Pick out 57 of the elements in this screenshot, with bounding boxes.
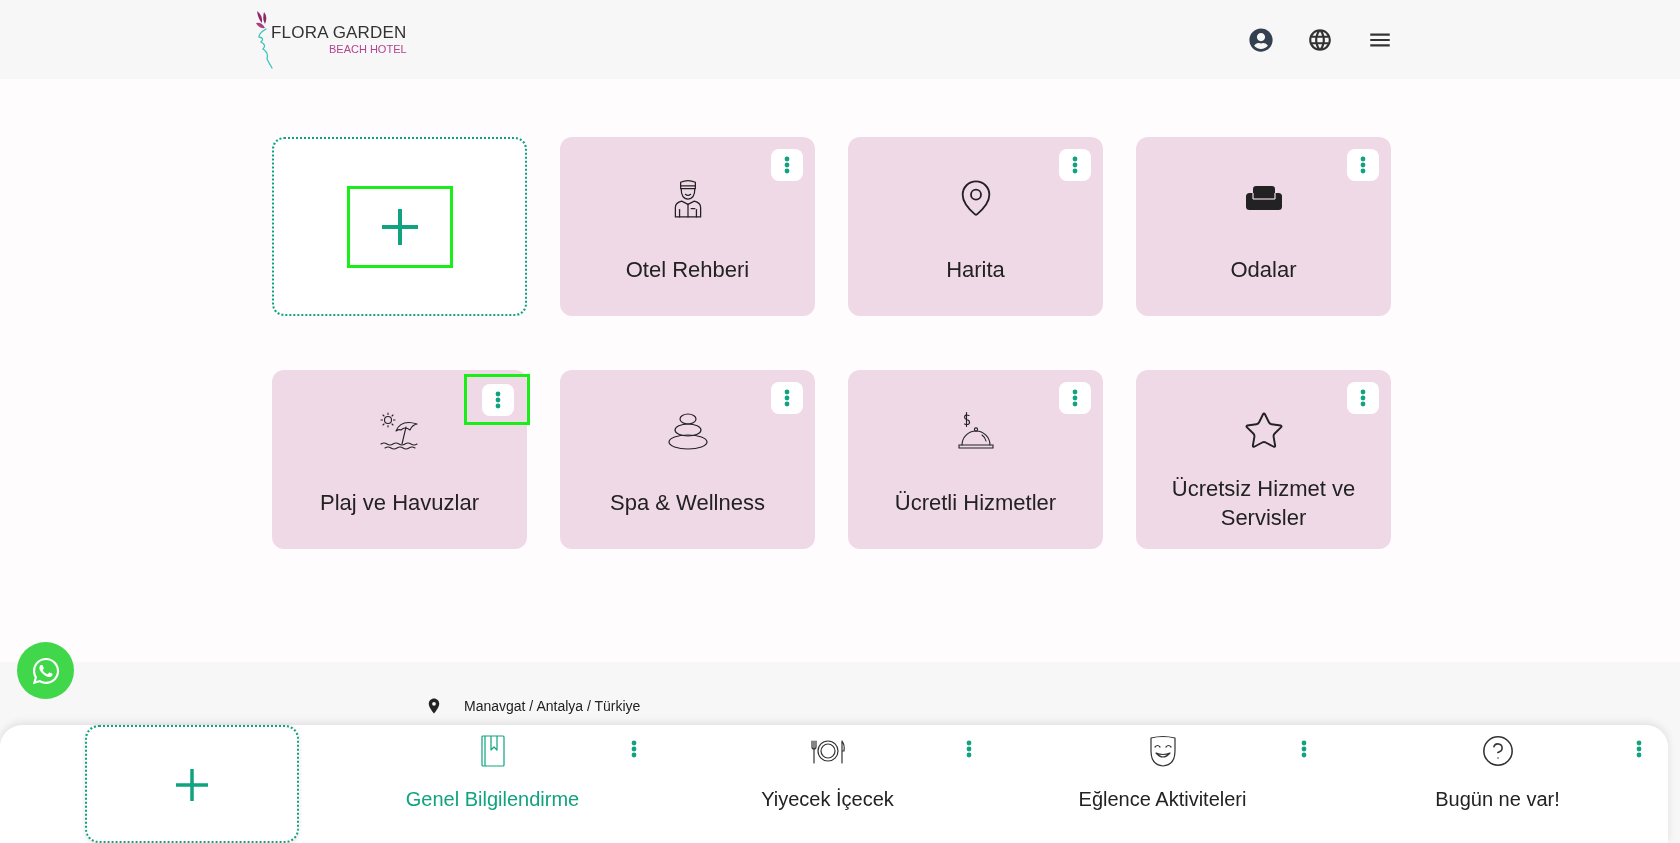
nav-label: Yiyecek İçecek [761,787,894,812]
card-menu-button[interactable] [1059,382,1091,414]
category-title: Harita [946,256,1005,284]
category-card[interactable]: Plaj ve Havuzlar [272,370,527,549]
category-card[interactable]: Ücretsiz Hizmet ve Servisler [1136,370,1391,549]
vertical-dots-icon [784,389,790,407]
nav-item[interactable]: Eğlence Aktiviteleri [995,725,1330,843]
category-title: Ücretsiz Hizmet ve Servisler [1170,474,1357,532]
globe-icon[interactable] [1307,26,1333,53]
card-menu-button[interactable] [482,383,514,416]
category-title: Otel Rehberi [625,256,750,284]
category-title: Spa & Wellness [610,489,765,517]
category-card[interactable]: Otel Rehberi [560,137,815,316]
theater-mask-icon [1148,735,1177,767]
account-icon[interactable] [1249,27,1273,52]
category-title: Odalar [1230,256,1297,284]
category-card[interactable]: Spa & Wellness [560,370,815,549]
card-menu-button[interactable] [771,382,803,414]
phone-bubble-icon [30,655,61,686]
vertical-dots-icon [784,156,790,174]
help-icon [1480,734,1515,768]
vertical-dots-icon [1072,389,1078,407]
category-title: Ücretli Hizmetler [894,489,1057,517]
vertical-dots-icon [631,740,637,758]
plus-icon [381,208,418,245]
vertical-dots-icon [1360,389,1366,407]
card-menu-button[interactable] [771,149,803,181]
card-menu-button[interactable] [1347,382,1379,414]
nav-item[interactable]: Yiyecek İçecek [660,725,995,843]
card-menu-button[interactable] [1347,149,1379,181]
vertical-dots-icon [1636,740,1642,758]
logo-icon [255,8,273,69]
category-title: Plaj ve Havuzlar [320,489,479,517]
add-tile[interactable] [85,725,299,843]
sofa-icon [1243,185,1284,211]
vertical-dots-icon [1360,156,1366,174]
add-tile[interactable] [272,137,527,316]
vertical-dots-icon [1072,156,1078,174]
category-card[interactable]: Ücretli Hizmetler [848,370,1103,549]
location-text: Manavgat / Antalya / Türkiye [464,697,641,716]
stacked-stones-icon [666,412,709,450]
nav-item[interactable]: Bugün ne var! [1330,725,1665,843]
nav-label: Genel Bilgilendirme [405,787,580,812]
plate-cutlery-icon [809,738,846,764]
vertical-dots-icon [1301,740,1307,758]
vertical-dots-icon [495,390,501,409]
nav-label: Bugün ne var! [1435,787,1560,812]
logo-title: FLORA GARDEN [271,22,407,43]
nav-label: Eğlence Aktiviteleri [1078,787,1247,812]
plus-icon [176,769,208,801]
card-menu-button[interactable] [1059,149,1091,181]
book-icon [479,735,506,767]
category-card[interactable]: Harita [848,137,1103,316]
category-card[interactable]: Odalar [1136,137,1391,316]
logo-subtitle: BEACH HOTEL [328,42,407,55]
add-button[interactable] [346,185,453,268]
vertical-dots-icon [966,740,972,758]
